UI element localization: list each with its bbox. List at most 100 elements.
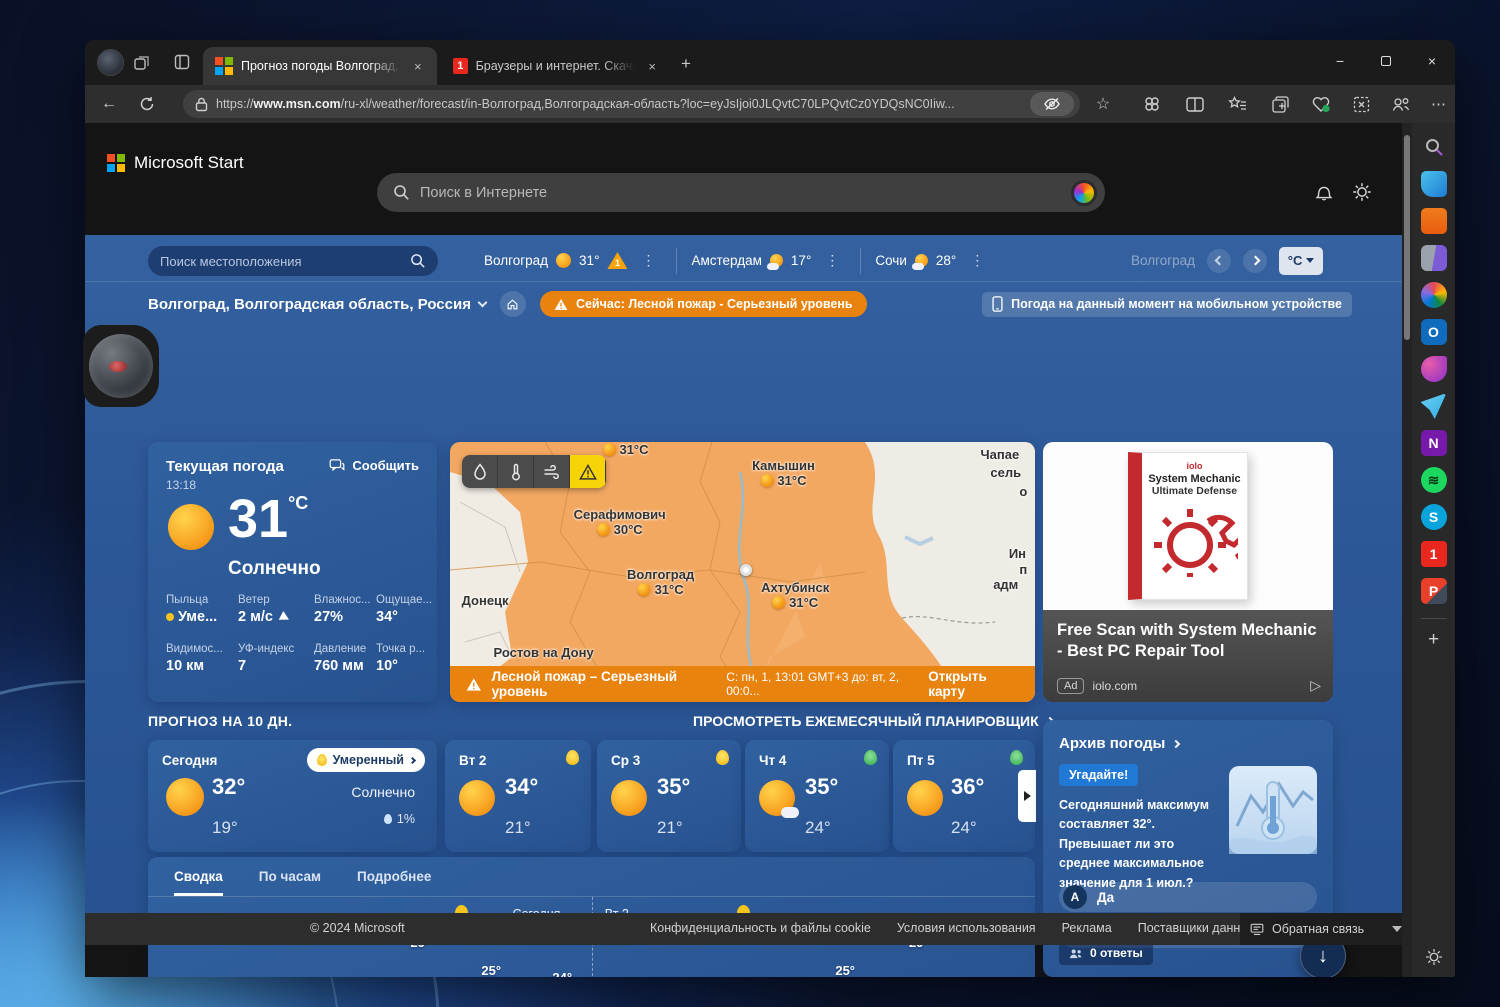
close-button[interactable]: × bbox=[1409, 40, 1455, 82]
answer-option-a[interactable]: A Да bbox=[1059, 882, 1317, 912]
web-search-input[interactable]: Поиск в Интернете bbox=[377, 173, 1105, 212]
ad-headline: Free Scan with System Mechanic - Best PC… bbox=[1057, 621, 1317, 660]
monthly-planner-link[interactable]: ПРОСМОТРЕТЬ ЕЖЕМЕСЯЧНЫЙ ПЛАНИРОВЩИК bbox=[693, 713, 1054, 729]
ad-site[interactable]: iolo.com bbox=[1092, 679, 1137, 693]
favorite-star-icon[interactable]: ☆ bbox=[1091, 92, 1115, 116]
sidebar-onenote-icon[interactable]: N bbox=[1420, 430, 1447, 456]
refresh-icon[interactable] bbox=[135, 92, 159, 116]
home-location-button[interactable] bbox=[499, 291, 526, 317]
map-city-label: Ахтубинск 31°C bbox=[761, 579, 830, 610]
mobile-promo-button[interactable]: Погода на данный момент на мобильном уст… bbox=[982, 291, 1352, 317]
profile-avatar[interactable] bbox=[97, 49, 124, 76]
tab-details[interactable]: Подробнее bbox=[357, 869, 431, 896]
pager-next-button[interactable] bbox=[1243, 248, 1268, 273]
footer-link-privacy[interactable]: Конфиденциальность и файлы cookie bbox=[650, 921, 871, 935]
city-chip-volgograd[interactable]: Волгоград 31° 1 ⋮ bbox=[470, 248, 676, 274]
city-menu-icon[interactable]: ⋮ bbox=[819, 252, 846, 269]
scrollbar-thumb[interactable] bbox=[1404, 135, 1410, 340]
tab-browsers[interactable]: 1 Браузеры и интернет. Скачать × bbox=[441, 47, 669, 85]
archive-header[interactable]: Архив погоды bbox=[1059, 735, 1317, 752]
sidebar-shopping-icon[interactable] bbox=[1420, 171, 1447, 197]
address-bar[interactable]: https://www.msn.com/ru-xl/weather/foreca… bbox=[183, 90, 1080, 118]
workspaces-icon[interactable] bbox=[131, 51, 153, 73]
maximize-button[interactable] bbox=[1363, 40, 1409, 82]
detail-pressure: Давление 760 мм bbox=[314, 643, 367, 674]
tab-summary[interactable]: Сводка bbox=[174, 869, 223, 896]
extensions-icon[interactable] bbox=[1140, 92, 1164, 116]
new-tab-button[interactable]: + bbox=[681, 54, 691, 74]
collections-icon[interactable] bbox=[1268, 92, 1292, 116]
location-dropdown[interactable]: Волгоград, Волгоградская область, Россия bbox=[148, 296, 488, 313]
settings-more-icon[interactable]: ⋯ bbox=[1427, 92, 1451, 116]
minimize-button[interactable]: − bbox=[1317, 40, 1363, 82]
settings-gear-icon[interactable] bbox=[1351, 181, 1377, 207]
city-chip-sochi[interactable]: Сочи 28° ⋮ bbox=[860, 247, 1005, 274]
weather-content: Поиск местоположения Волгоград 31° 1 ⋮ А… bbox=[85, 235, 1412, 977]
hidden-password-icon[interactable] bbox=[1030, 92, 1074, 116]
footer-link-ads[interactable]: Реклама bbox=[1062, 921, 1112, 935]
sidebar-messenger-icon[interactable] bbox=[1420, 393, 1447, 419]
share-icon[interactable] bbox=[1389, 92, 1413, 116]
sidebar-pcs-icon[interactable]: P bbox=[1420, 578, 1447, 604]
notifications-icon[interactable] bbox=[1313, 181, 1339, 207]
sidebar-settings-icon[interactable] bbox=[1412, 947, 1455, 967]
sidebar-add-button[interactable]: + bbox=[1412, 629, 1455, 651]
city-menu-icon[interactable]: ⋮ bbox=[964, 252, 991, 269]
browser-essentials-icon[interactable] bbox=[1309, 92, 1333, 116]
tab-close-icon[interactable]: × bbox=[645, 59, 659, 74]
microsoft-start-logo[interactable]: Microsoft Start bbox=[107, 153, 244, 173]
report-button[interactable]: Сообщить bbox=[329, 458, 419, 473]
tab-weather[interactable]: Прогноз погоды Волгоград, Во × bbox=[203, 47, 437, 85]
location-search-input[interactable]: Поиск местоположения bbox=[148, 246, 438, 276]
web-capture-icon[interactable] bbox=[1349, 92, 1373, 116]
sidebar-designer-icon[interactable] bbox=[1420, 356, 1447, 382]
forecast-card-today[interactable]: Сегодня Умеренный 32° 19° Солнечно 1% bbox=[148, 740, 437, 852]
detail-uv: УФ-индекс 7 bbox=[238, 643, 295, 674]
browser-toolbar: ← https://www.msn.com/ru-xl/weather/fore… bbox=[85, 85, 1455, 123]
copilot-icon[interactable] bbox=[1071, 179, 1097, 206]
ad-text: Free Scan with System Mechanic - Best PC… bbox=[1043, 610, 1333, 702]
unit-toggle[interactable]: °C bbox=[1279, 246, 1324, 275]
copyright: © 2024 Microsoft bbox=[310, 921, 405, 935]
footer-link-terms[interactable]: Условия использования bbox=[897, 921, 1036, 935]
footer-link-data[interactable]: Поставщики данных bbox=[1138, 921, 1256, 935]
sidebar-skype-icon[interactable]: S bbox=[1420, 504, 1447, 530]
weather-map[interactable]: 31°C Камышин 31°C Серафимович 30°C Волгоград 3… bbox=[450, 442, 1035, 702]
sidebar-microsoft365-icon[interactable] bbox=[1420, 282, 1447, 308]
map-city-label: Чапае bbox=[980, 447, 1020, 463]
feedback-button[interactable]: Обратная связь bbox=[1240, 913, 1412, 945]
favorites-bar-icon[interactable] bbox=[1225, 92, 1249, 116]
city-menu-icon[interactable]: ⋮ bbox=[635, 252, 662, 269]
back-icon[interactable]: ← bbox=[97, 92, 121, 116]
split-screen-icon[interactable] bbox=[1183, 92, 1207, 116]
collapse-caret-icon[interactable] bbox=[1392, 926, 1402, 932]
pollen-dot-icon bbox=[166, 613, 174, 621]
tab-close-icon[interactable]: × bbox=[411, 59, 425, 74]
forecast-card-fri[interactable]: Пт 5 36° 24° bbox=[893, 740, 1035, 852]
pager-prev-button[interactable] bbox=[1207, 248, 1232, 273]
tab-actions-icon[interactable] bbox=[171, 51, 193, 73]
sidebar-games-icon[interactable] bbox=[1420, 245, 1447, 271]
guess-badge: Угадайте! bbox=[1059, 764, 1139, 786]
forecast-card-wed[interactable]: Ср 3 35° 21° bbox=[597, 740, 741, 852]
sun-marker-icon bbox=[760, 473, 774, 487]
forecast-card-tue[interactable]: Вт 2 34° 21° bbox=[445, 740, 591, 852]
sidebar-tools-icon[interactable] bbox=[1420, 208, 1447, 234]
sidebar-spotify-icon[interactable]: ≋ bbox=[1420, 467, 1447, 493]
sidebar-search-icon[interactable] bbox=[1421, 134, 1447, 160]
floating-overlay-widget[interactable] bbox=[83, 325, 159, 407]
tab-hourly[interactable]: По часам bbox=[259, 869, 321, 896]
phone-icon bbox=[992, 296, 1003, 312]
pollen-badge[interactable]: Умеренный bbox=[306, 748, 425, 772]
open-map-link[interactable]: Открыть карту bbox=[928, 669, 1019, 699]
forecast-card-thu[interactable]: Чт 4 35° 24° bbox=[745, 740, 889, 852]
sidebar-outlook-icon[interactable]: O bbox=[1420, 319, 1447, 345]
forecast-next-button[interactable] bbox=[1018, 770, 1036, 822]
chart-temp-label: 25° bbox=[481, 963, 502, 977]
ad-card[interactable]: iolo System Mechanic Ultimate Defense Fr… bbox=[1043, 442, 1333, 702]
sidebar-1tv-icon[interactable]: 1 bbox=[1420, 541, 1447, 567]
wildfire-alert-pill[interactable]: Сейчас: Лесной пожар - Серьезный уровень bbox=[539, 291, 867, 317]
ad-choices-icon[interactable]: ▷ bbox=[1310, 677, 1321, 694]
city-chip-amsterdam[interactable]: Амстердам 17° ⋮ bbox=[676, 247, 860, 274]
page-scrollbar[interactable] bbox=[1402, 123, 1412, 977]
